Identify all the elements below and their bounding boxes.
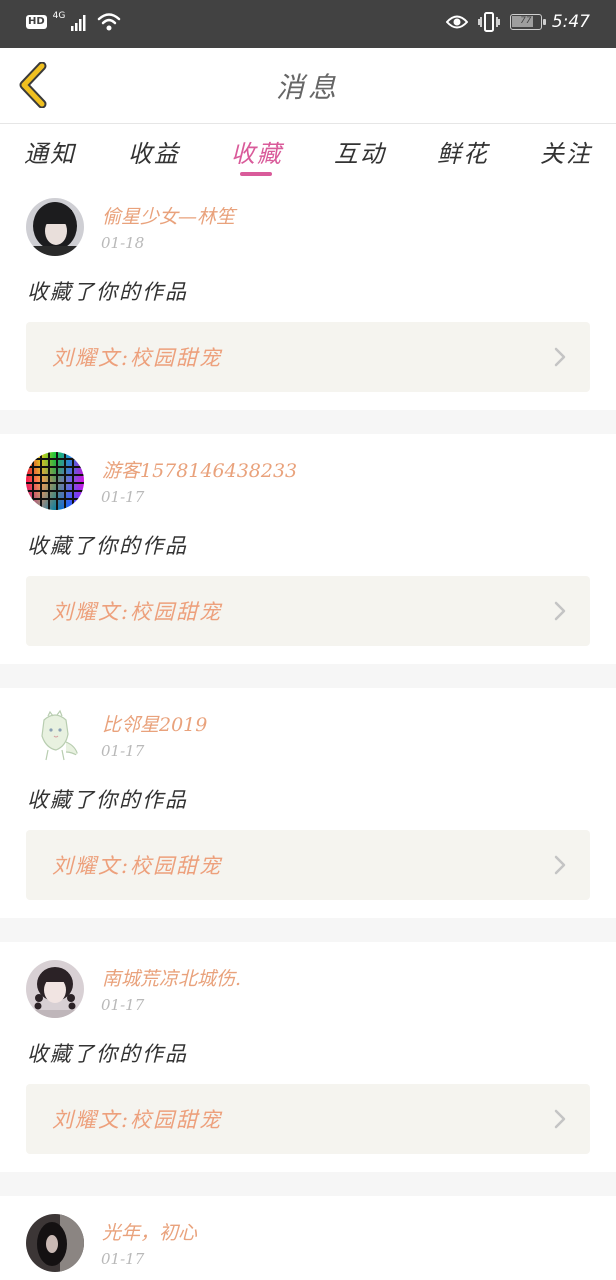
signal-icon <box>71 15 86 31</box>
work-title: 刘耀文:校园甜宠 <box>52 854 223 878</box>
timestamp: 01-17 <box>101 742 145 760</box>
work-card[interactable]: 刘耀文:校园甜宠 <box>26 322 590 392</box>
status-time: 5:47 <box>551 12 590 32</box>
work-card[interactable]: 刘耀文:校园甜宠 <box>26 830 590 900</box>
action-text: 收藏了你的作品 <box>27 788 188 812</box>
username[interactable]: 比邻星2019 <box>102 710 207 737</box>
status-right: 77 5:47 <box>445 12 590 32</box>
tab-bar: 通知 收益 收藏 互动 鲜花 关注 <box>0 124 616 180</box>
list-item: 比邻星2019 01-17 收藏了你的作品 刘耀文:校园甜宠 <box>0 688 616 918</box>
work-title: 刘耀文:校园甜宠 <box>52 600 223 624</box>
chevron-right-icon <box>554 1109 566 1129</box>
avatar[interactable] <box>26 706 84 764</box>
tab-follow[interactable]: 关注 <box>526 134 606 169</box>
work-title: 刘耀文:校园甜宠 <box>52 1108 223 1132</box>
hd-badge: HD <box>26 15 47 29</box>
divider <box>0 1172 616 1196</box>
tab-interaction[interactable]: 互动 <box>320 134 400 169</box>
work-card[interactable]: 刘耀文:校园甜宠 <box>26 1084 590 1154</box>
username[interactable]: 南城荒凉北城伤. <box>102 964 241 991</box>
chevron-right-icon <box>554 347 566 367</box>
list-item: 游客1578146438233 01-17 收藏了你的作品 刘耀文:校园甜宠 <box>0 434 616 664</box>
wifi-icon <box>98 13 121 31</box>
dino-sketch-avatar <box>26 706 84 764</box>
divider <box>0 664 616 688</box>
tab-flowers[interactable]: 鲜花 <box>423 134 503 169</box>
color-grid-avatar <box>26 452 84 510</box>
header: 消息 <box>0 48 616 124</box>
list-item: 南城荒凉北城伤. 01-17 收藏了你的作品 刘耀文:校园甜宠 <box>0 942 616 1172</box>
dark-portrait-avatar <box>26 1214 84 1272</box>
timestamp: 01-17 <box>101 488 145 506</box>
work-card[interactable]: 刘耀文:校园甜宠 <box>26 576 590 646</box>
list-item: 光年，初心 01-17 <box>0 1196 616 1280</box>
username[interactable]: 游客1578146438233 <box>102 456 297 483</box>
chevron-right-icon <box>554 601 566 621</box>
divider <box>0 918 616 942</box>
message-feed: 偷星少女—林笙 01-18 收藏了你的作品 刘耀文:校园甜宠 游客1578146… <box>0 180 616 1280</box>
avatar[interactable] <box>26 1214 84 1272</box>
username[interactable]: 偷星少女—林笙 <box>102 202 235 229</box>
avatar[interactable] <box>26 960 84 1018</box>
page-title: 消息 <box>275 71 340 104</box>
list-item: 偷星少女—林笙 01-18 收藏了你的作品 刘耀文:校园甜宠 <box>0 180 616 410</box>
avatar[interactable] <box>26 452 84 510</box>
status-left: HD 4G <box>26 11 121 32</box>
action-text: 收藏了你的作品 <box>27 1042 188 1066</box>
avatar[interactable] <box>26 198 84 256</box>
username[interactable]: 光年，初心 <box>102 1218 197 1245</box>
vibrate-icon <box>478 12 500 32</box>
action-text: 收藏了你的作品 <box>27 280 188 304</box>
tab-notice[interactable]: 通知 <box>10 134 90 169</box>
active-tab-indicator <box>240 172 272 176</box>
timestamp: 01-17 <box>101 1250 145 1268</box>
battery-icon: 77 <box>509 14 546 30</box>
timestamp: 01-17 <box>101 996 145 1014</box>
eye-icon <box>445 15 468 29</box>
battery-level: 77 <box>520 16 532 26</box>
timestamp: 01-18 <box>101 234 145 252</box>
status-bar: HD 4G 77 5:47 <box>0 0 616 48</box>
tab-favorites[interactable]: 收藏 <box>217 134 297 169</box>
chevron-right-icon <box>554 855 566 875</box>
action-text: 收藏了你的作品 <box>27 534 188 558</box>
braids-girl-avatar <box>26 960 84 1018</box>
tab-earnings[interactable]: 收益 <box>114 134 194 169</box>
divider <box>0 410 616 434</box>
work-title: 刘耀文:校园甜宠 <box>52 346 223 370</box>
dark-hair-avatar <box>26 198 84 256</box>
network-label: 4G <box>52 11 66 21</box>
